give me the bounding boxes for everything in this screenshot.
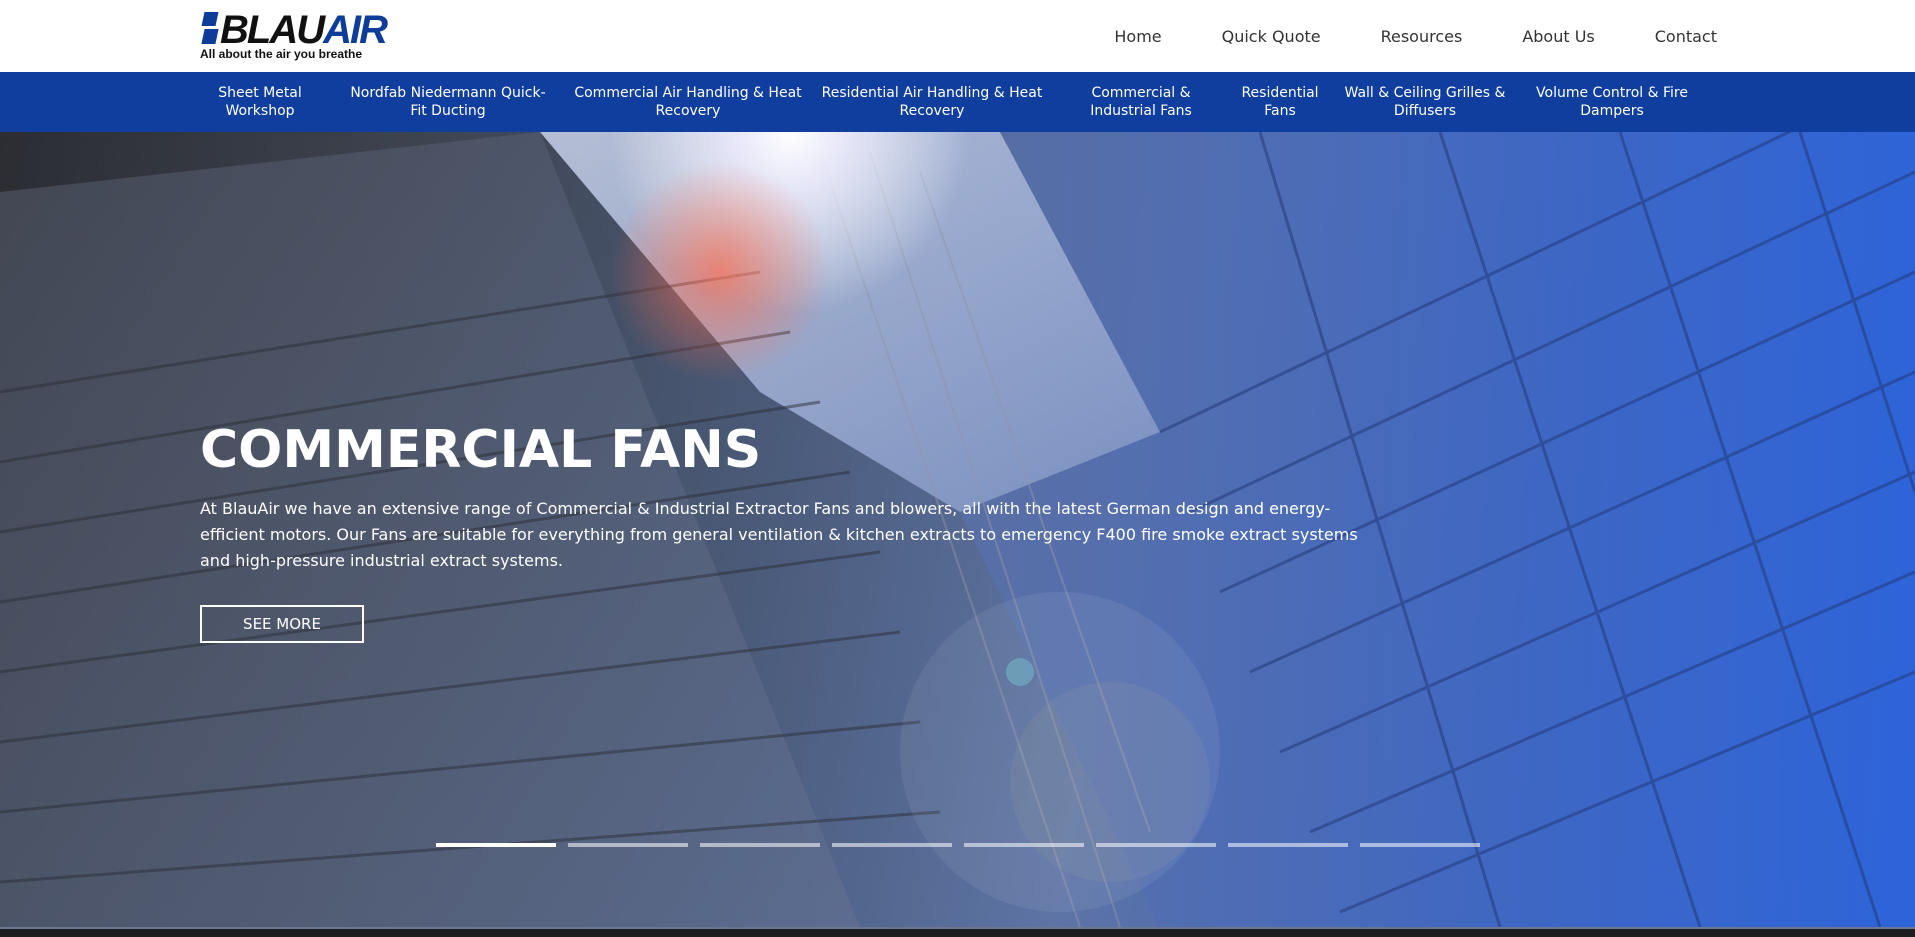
nav-about-us[interactable]: About Us [1522,27,1594,46]
category-residential-fans[interactable]: Residential Fans [1228,72,1332,132]
nav-resources[interactable]: Resources [1381,27,1463,46]
nav-contact[interactable]: Contact [1655,27,1717,46]
category-commercial-industrial-fans[interactable]: Commercial & Industrial Fans [1078,72,1204,132]
nav-quick-quote[interactable]: Quick Quote [1222,27,1321,46]
category-commercial-air-handling[interactable]: Commercial Air Handling & Heat Recovery [568,72,808,132]
category-grilles-diffusers[interactable]: Wall & Ceiling Grilles & Diffusers [1340,72,1510,132]
logo-tagline: All about the air you breathe [200,47,363,61]
slide-indicator-5[interactable] [964,843,1084,847]
slide-indicator-1[interactable] [436,843,556,847]
nav-home[interactable]: Home [1114,27,1161,46]
slide-indicator-8[interactable] [1360,843,1480,847]
hero-description: At BlauAir we have an extensive range of… [200,499,1358,570]
category-nordfab-ducting[interactable]: Nordfab Niedermann Quick-Fit Ducting [344,72,552,132]
category-residential-air-handling[interactable]: Residential Air Handling & Heat Recovery [818,72,1046,132]
category-sheet-metal-workshop[interactable]: Sheet Metal Workshop [200,72,320,132]
blauair-logo[interactable]: BLAUAIR All about the air you breathe [200,8,388,62]
site-header: BLAUAIR All about the air you breathe Ho… [0,0,1915,72]
slide-indicators [436,843,1492,847]
slide-indicator-4[interactable] [832,843,952,847]
category-nav: Sheet Metal Workshop Nordfab Niedermann … [0,72,1915,132]
slide-indicator-7[interactable] [1228,843,1348,847]
see-more-button[interactable]: SEE MORE [200,605,364,643]
main-nav: Home Quick Quote Resources About Us Cont… [1114,0,1717,72]
slide-indicator-2[interactable] [568,843,688,847]
category-volume-fire-dampers[interactable]: Volume Control & Fire Dampers [1526,72,1698,132]
hero-slider: COMMERCIAL FANS At BlauAir we have an ex… [0,132,1915,927]
logo-wordmark: BLAUAIR [220,8,388,52]
footer-strip [0,927,1915,937]
slide-indicator-6[interactable] [1096,843,1216,847]
logo-mark-icon [200,12,220,44]
hero-title: COMMERCIAL FANS [200,420,762,480]
slide-indicator-3[interactable] [700,843,820,847]
